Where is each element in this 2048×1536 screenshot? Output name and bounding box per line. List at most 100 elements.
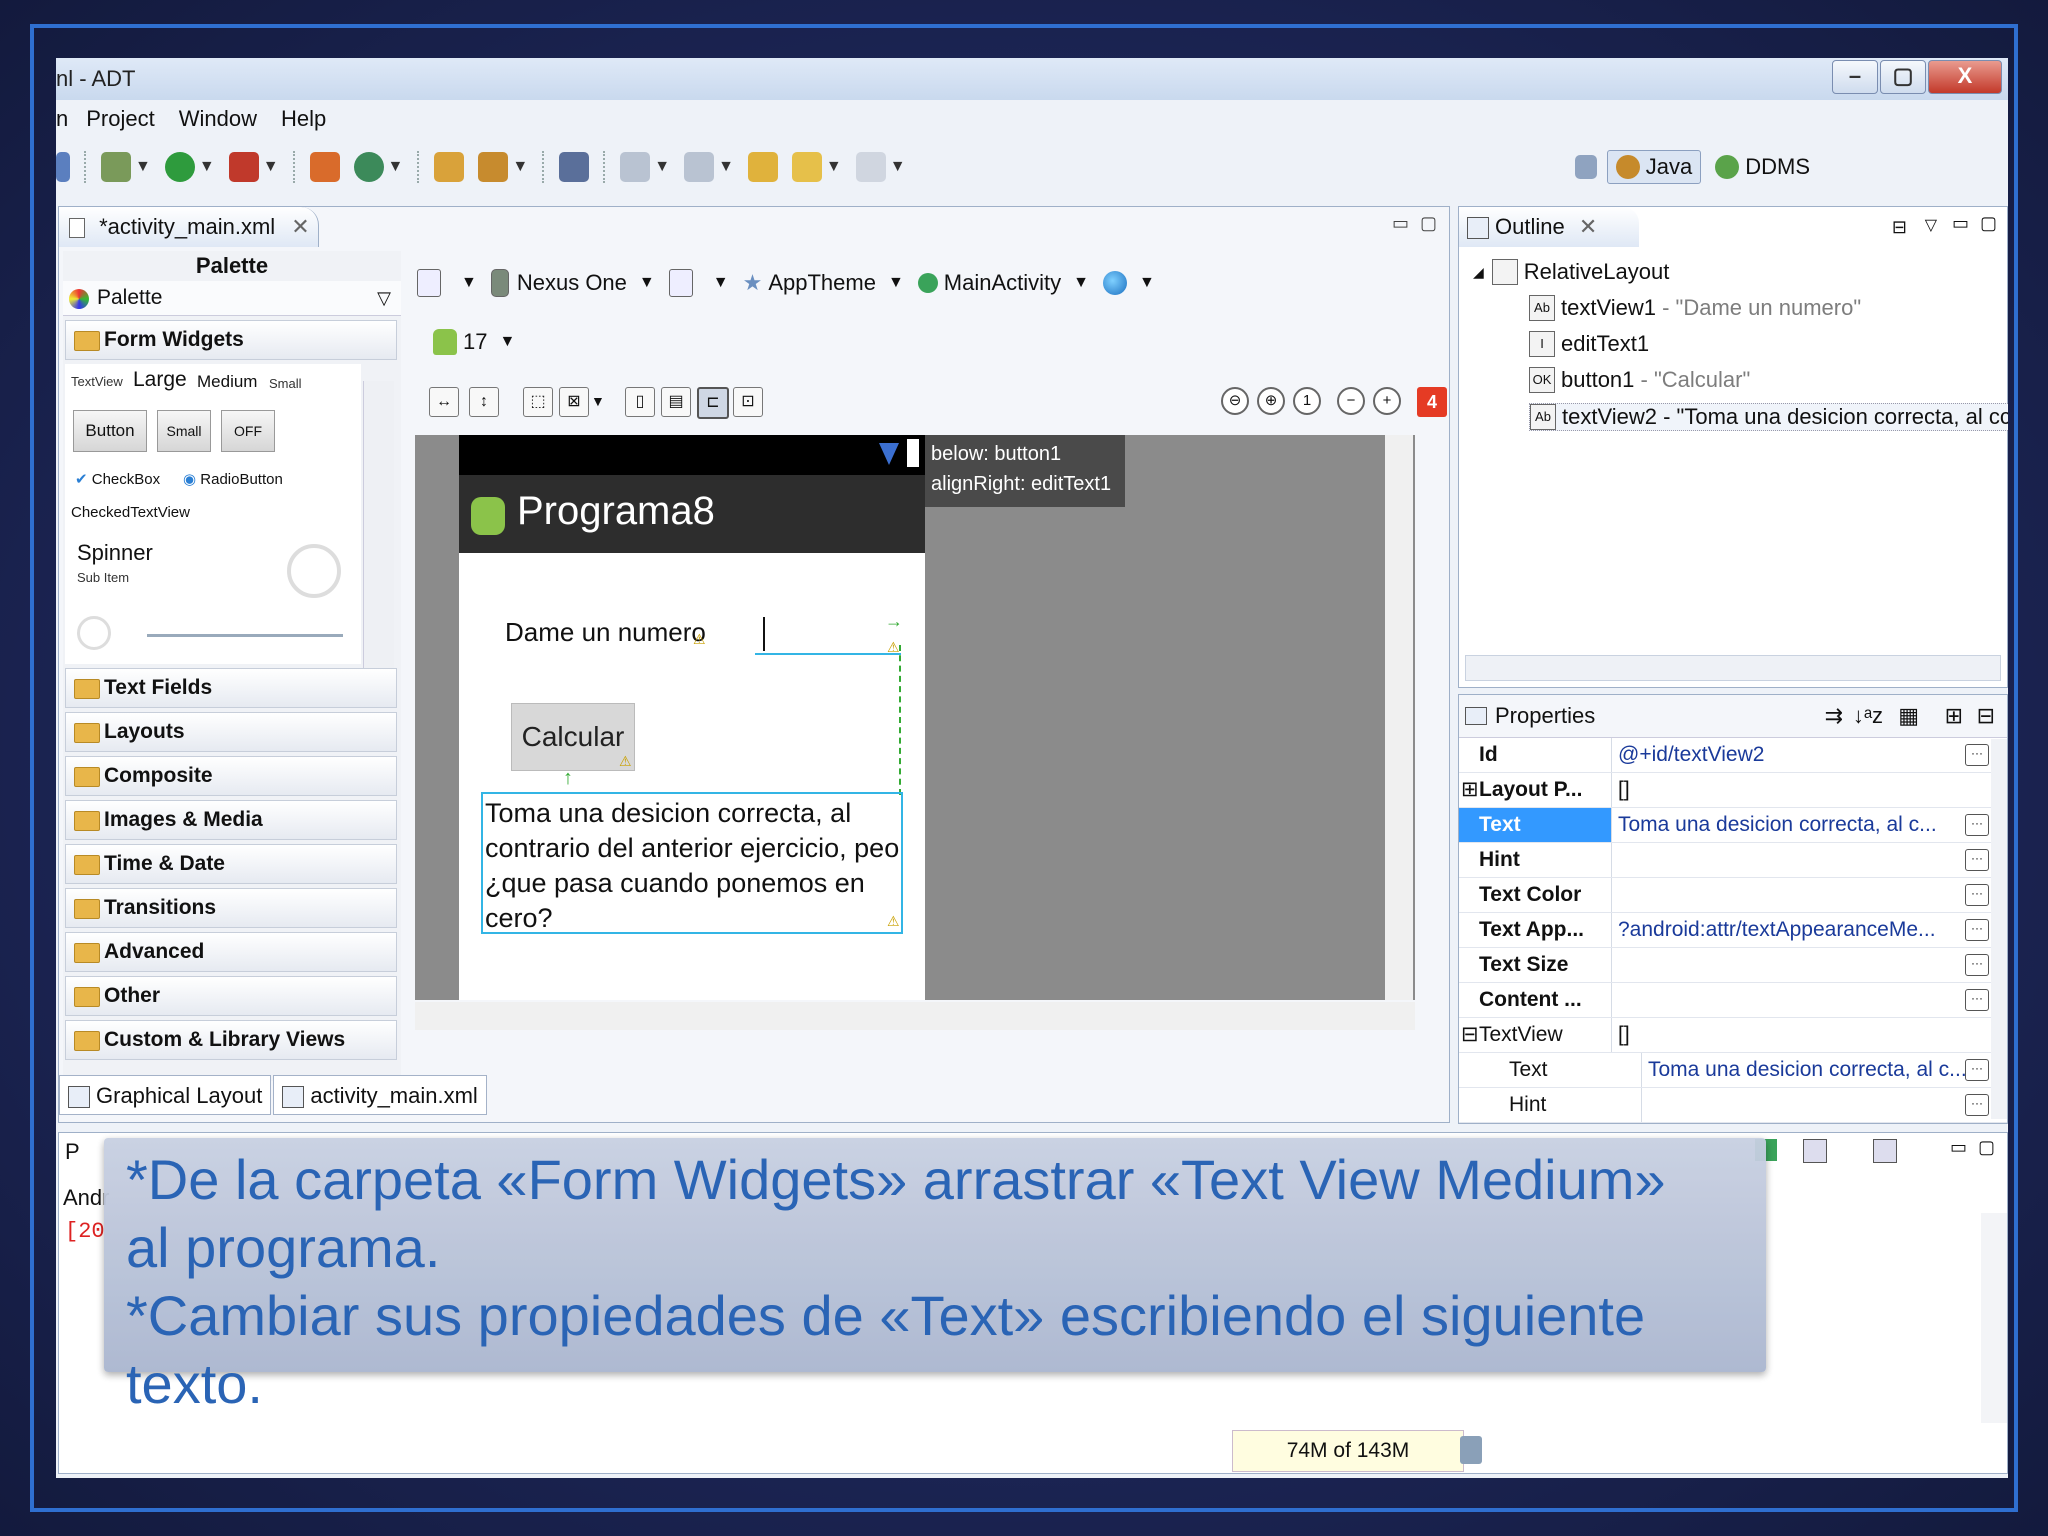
widget-button[interactable]: Button	[73, 410, 147, 452]
prop-value[interactable]: []	[1612, 1018, 2007, 1052]
zoom-fit-icon[interactable]: ⊖	[1221, 387, 1249, 415]
widget-small[interactable]: Small	[269, 376, 302, 391]
tree-root-relativelayout[interactable]: ◢ RelativeLayout	[1473, 259, 1669, 285]
chevron-down-icon[interactable]: ▼	[512, 158, 528, 176]
widget-small-button[interactable]: Small	[157, 410, 211, 452]
chevron-down-icon[interactable]: ▼	[718, 158, 734, 176]
widget-large[interactable]: Large	[133, 368, 187, 392]
prop-row-text-size[interactable]: Text Size ···	[1459, 948, 2007, 983]
menu-window[interactable]: Window	[179, 106, 257, 132]
minimize-panel-icon[interactable]: ▭	[1952, 213, 1969, 234]
button1-preview[interactable]: Calcular	[511, 703, 635, 771]
tree-item-textview2[interactable]: Ab textView2 - "Toma una desicion correc…	[1529, 403, 2008, 431]
outline-tab[interactable]: Outline ✕	[1459, 207, 1639, 247]
align-icon[interactable]: ▤	[661, 387, 691, 417]
chevron-down-icon[interactable]: ▼	[591, 393, 605, 409]
api-level-dropdown[interactable]: 17 ▼	[433, 329, 515, 355]
menu-project[interactable]: Project	[86, 106, 154, 132]
chevron-down-icon[interactable]: ▼	[263, 158, 279, 176]
textview2-preview[interactable]: Toma una desicion correcta, al contrario…	[481, 792, 903, 934]
back-icon[interactable]	[791, 152, 822, 182]
close-button[interactable]: X	[1928, 60, 2002, 94]
properties-scrollbar[interactable]	[1991, 739, 2007, 1119]
more-icon[interactable]: ···	[1965, 919, 1989, 941]
error-count-badge[interactable]: 4	[1417, 387, 1447, 417]
fill-height-icon[interactable]: ↕	[469, 387, 499, 417]
theme-dropdown[interactable]: ★ AppTheme ▼	[743, 270, 904, 296]
widget-spinner[interactable]: Spinner	[77, 540, 153, 566]
open-perspective-icon[interactable]	[1574, 155, 1597, 179]
folder-advanced[interactable]: Advanced	[65, 932, 397, 972]
console-vertical-scrollbar[interactable]	[1981, 1213, 2007, 1423]
widget-medium[interactable]: Medium	[197, 372, 257, 392]
prop-row-content-description[interactable]: Content ... ···	[1459, 983, 2007, 1018]
toolbar-icon[interactable]	[56, 152, 70, 182]
tree-item-button1[interactable]: OK button1 - "Calcular"	[1529, 367, 1750, 393]
folder-text-fields[interactable]: Text Fields	[65, 668, 397, 708]
sort-az-icon[interactable]: ↓ᵃz	[1853, 695, 1883, 737]
prop-value[interactable]: []	[1612, 773, 2007, 807]
expand-all-icon[interactable]: ⊞	[1945, 695, 1963, 737]
collapse-all-icon[interactable]: ⊟	[1892, 217, 1907, 238]
run-icon[interactable]	[164, 152, 195, 182]
gravity-icon[interactable]: ⊠	[559, 387, 589, 417]
lock-icon[interactable]: ⊡	[733, 387, 763, 417]
prop-row-id[interactable]: Id @+id/textView2 ···	[1459, 738, 2007, 773]
prop-row-text-appearance[interactable]: Text App... ?android:attr/textAppearanceM…	[1459, 913, 2007, 948]
prop-value[interactable]	[1612, 983, 2007, 1017]
maximize-panel-icon[interactable]: ▢	[1978, 1137, 1995, 1158]
more-icon[interactable]: ···	[1965, 954, 1989, 976]
open-type-icon[interactable]	[434, 152, 465, 182]
palette-dropdown[interactable]: Palette ▽	[63, 281, 401, 316]
folder-time-date[interactable]: Time & Date	[65, 844, 397, 884]
widget-textview-label[interactable]: TextView	[71, 374, 123, 389]
zoom-100-icon[interactable]: 1	[1293, 387, 1321, 415]
chevron-down-icon[interactable]: ▼	[890, 158, 906, 176]
chevron-down-icon[interactable]: ▽	[377, 281, 391, 315]
orientation-dropdown[interactable]: ▼	[668, 269, 729, 297]
expand-icon[interactable]: ◢	[1473, 264, 1484, 281]
folder-composite[interactable]: Composite	[65, 756, 397, 796]
menu-help[interactable]: Help	[281, 106, 326, 132]
display-console-icon[interactable]	[1803, 1139, 1827, 1163]
prop-row-hint[interactable]: Hint ···	[1459, 843, 2007, 878]
collapse-all-icon[interactable]: ⊟	[1977, 695, 1995, 737]
fill-width-icon[interactable]: ↔	[429, 387, 459, 417]
layout-canvas[interactable]: Programa8 Dame un numero ⚠ → ⚠ Calcular …	[415, 435, 1415, 1000]
forward-icon[interactable]	[855, 152, 886, 182]
maximize-button[interactable]: ▢	[1880, 60, 1926, 94]
config-dropdown[interactable]: ▼	[417, 269, 477, 297]
canvas-horizontal-scrollbar[interactable]	[415, 1002, 1415, 1030]
widget-toggle-button[interactable]: OFF	[221, 410, 275, 452]
zoom-real-icon[interactable]: ⊕	[1257, 387, 1285, 415]
tab-graphical-layout[interactable]: Graphical Layout	[59, 1075, 272, 1115]
prop-value[interactable]: Toma una desicion correcta, al c...	[1612, 808, 2007, 842]
close-tab-icon[interactable]: ✕	[291, 214, 309, 239]
more-icon[interactable]: ···	[1965, 1059, 1989, 1081]
new-console-icon[interactable]	[1873, 1139, 1897, 1163]
outline-horizontal-scrollbar[interactable]	[1465, 655, 2001, 681]
folder-other[interactable]: Other	[65, 976, 397, 1016]
garbage-collect-icon[interactable]	[1460, 1436, 1482, 1464]
folder-transitions[interactable]: Transitions	[65, 888, 397, 928]
maximize-panel-icon[interactable]: ▢	[1420, 213, 1437, 234]
canvas-vertical-scrollbar[interactable]	[1385, 435, 1413, 1000]
snap-icon[interactable]: ⊏	[697, 387, 729, 419]
collapse-icon[interactable]: ⊟	[1461, 1018, 1479, 1052]
view-menu-icon[interactable]: ▽	[1925, 215, 1937, 235]
prop-row-textview-text[interactable]: Text Toma una desicion correcta, al c... ·…	[1459, 1053, 2007, 1088]
locale-dropdown[interactable]: ▼	[1103, 271, 1155, 295]
new-project-icon[interactable]	[309, 152, 340, 182]
minimize-panel-icon[interactable]: ▭	[1950, 1137, 1967, 1158]
maximize-panel-icon[interactable]: ▢	[1980, 213, 1997, 234]
distribute-icon[interactable]: ▯	[625, 387, 655, 417]
zoom-out-icon[interactable]: −	[1337, 387, 1365, 415]
minimize-button[interactable]: –	[1832, 60, 1878, 94]
more-icon[interactable]: ···	[1965, 1094, 1989, 1116]
tab-xml-source[interactable]: activity_main.xml	[273, 1075, 487, 1115]
tree-item-edittext1[interactable]: I editText1	[1529, 331, 1649, 357]
zoom-in-icon[interactable]: +	[1373, 387, 1401, 415]
prop-row-textview-group[interactable]: ⊟ TextView[]	[1459, 1018, 2007, 1053]
toggle-mark-icon[interactable]	[559, 152, 590, 182]
debug-icon[interactable]	[101, 152, 131, 182]
